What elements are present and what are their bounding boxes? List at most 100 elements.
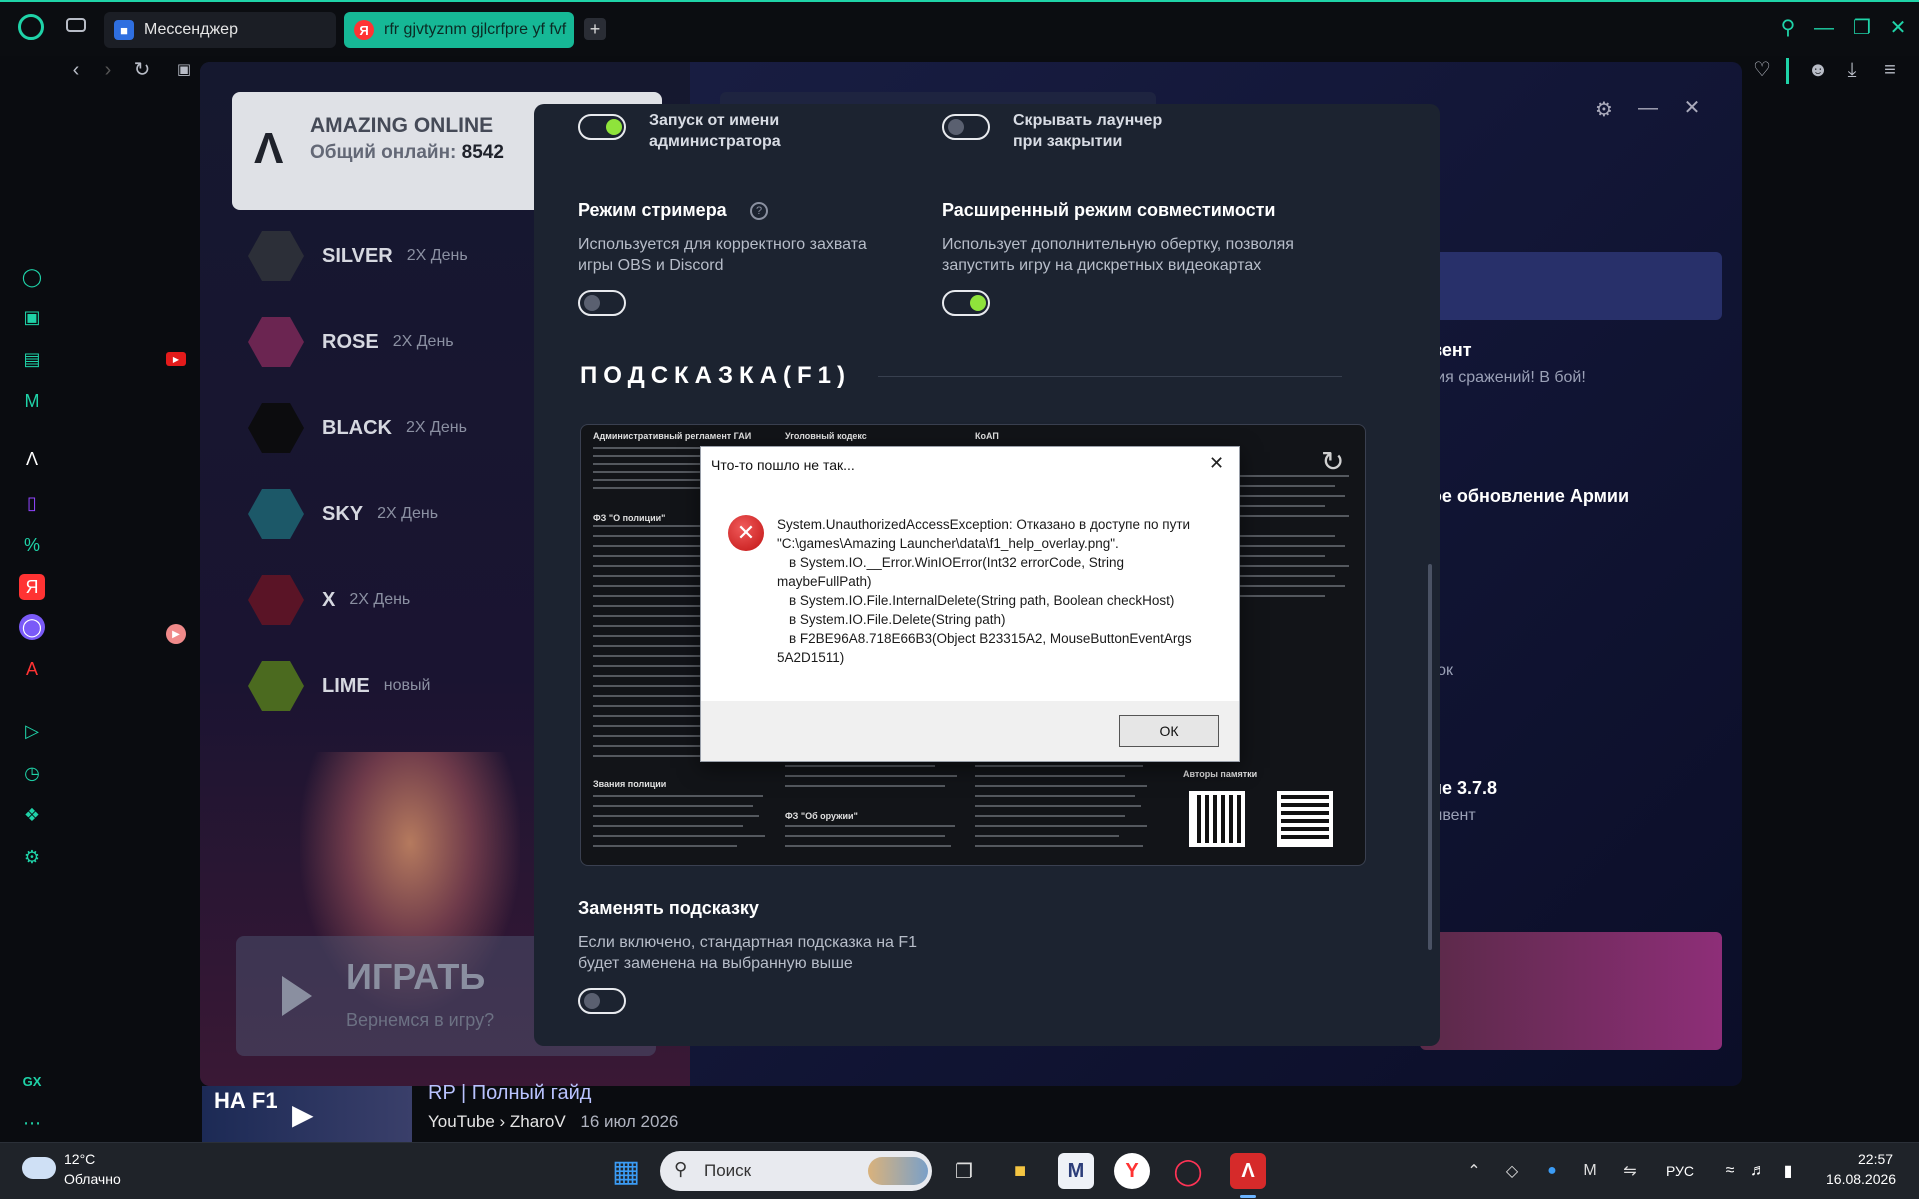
tab-label: Мессенджер (144, 21, 238, 38)
minimize-icon[interactable]: — (1810, 16, 1838, 40)
news-item[interactable]: ное обновление Армии ю 6 (1420, 486, 1742, 557)
preview-text-line (785, 825, 955, 827)
preview-col-koap: КоАП (975, 431, 999, 441)
m-icon[interactable]: M (19, 388, 45, 414)
profile-icon[interactable]: ☻ (1804, 58, 1832, 82)
player-icon[interactable]: ▷ (19, 718, 45, 744)
aria-icon[interactable]: ◯ (19, 614, 45, 640)
player-indicator-icon[interactable]: ▶ (166, 624, 186, 644)
video-result[interactable]: НА F1 ▶ RP | Полный гайд YouTube › Zharo… (202, 1082, 1002, 1142)
tray-shield-icon[interactable]: ● (1534, 1153, 1570, 1189)
server-black[interactable]: BLACK 2X День (248, 398, 467, 458)
tray-chevron-icon[interactable]: ⌃ (1456, 1153, 1492, 1189)
battery-icon[interactable]: ▮ (1770, 1153, 1806, 1189)
video-thumbnail[interactable]: НА F1 ▶ (202, 1086, 412, 1142)
preview-text-line (593, 805, 753, 807)
server-hex-check-icon (248, 661, 304, 711)
news-subtitle: исок (1420, 662, 1742, 680)
server-hex-icon (248, 575, 304, 625)
news-item[interactable]: ивент кция сражений! В бой! 6 (1420, 340, 1742, 411)
yandex-sidebar-icon[interactable]: Я (19, 574, 45, 600)
extensions-icon[interactable]: ❖ (19, 802, 45, 828)
tab-yandex-search[interactable]: Я rfr gjvtyznm gjlcrfpre yf fvf (344, 12, 574, 48)
dialog-close-icon[interactable]: ✕ (1209, 453, 1224, 474)
server-hex-icon (248, 231, 304, 281)
window-close-icon[interactable]: ✕ (1678, 96, 1706, 120)
start-icon[interactable]: ▦ (608, 1153, 644, 1189)
ok-button[interactable]: ОК (1119, 715, 1219, 747)
opera-gx-icon[interactable]: ◯ (1170, 1153, 1206, 1189)
server-x[interactable]: X 2X День (248, 570, 410, 630)
server-silver[interactable]: SILVER 2X День (248, 226, 468, 286)
bot-icon[interactable]: ▣ (19, 304, 45, 330)
admin-toggle[interactable] (578, 114, 626, 140)
percent-icon[interactable]: % (19, 532, 45, 558)
compat-desc: Использует дополнительную обертку, позво… (942, 236, 1294, 274)
server-lime[interactable]: LIME новый (248, 656, 430, 716)
settings-scrollbar[interactable] (1428, 564, 1432, 950)
youtube-indicator-icon: ▶ (166, 352, 186, 366)
streamer-toggle[interactable] (578, 290, 626, 316)
task-view-icon[interactable]: ❐ (946, 1153, 982, 1189)
menu-icon[interactable]: ≡ (1876, 58, 1904, 82)
compat-toggle[interactable] (942, 290, 990, 316)
language-indicator[interactable]: РУС (1666, 1163, 1694, 1179)
close-icon[interactable]: ✕ (1884, 16, 1912, 40)
news-icon[interactable]: ▤ (19, 346, 45, 372)
preview-col-gai: Административный регламент ГАИ (593, 431, 752, 441)
video-title[interactable]: RP | Полный гайд (428, 1082, 591, 1105)
dialog-body: ✕ System.UnauthorizedAccessException: От… (701, 483, 1239, 697)
promo-banner[interactable] (1420, 932, 1722, 1050)
reload-icon[interactable]: ↻ (128, 58, 156, 82)
translate-icon[interactable]: A (19, 656, 45, 682)
video-date: 16 июл 2026 (580, 1112, 679, 1131)
search-icon[interactable]: ⚲ (1774, 16, 1802, 40)
hide-launcher-toggle[interactable] (942, 114, 990, 140)
gear-icon[interactable]: ⚙ (1590, 98, 1618, 122)
yandex-browser-icon[interactable]: Y (1114, 1153, 1150, 1189)
replace-hint-toggle[interactable] (578, 988, 626, 1014)
forward-icon[interactable]: › (94, 58, 122, 82)
help-icon[interactable]: ? (750, 202, 768, 220)
clock-date[interactable]: 16.08.2026 (1826, 1171, 1896, 1187)
amazing-sidebar-icon[interactable]: Λ (19, 446, 45, 472)
refresh-icon[interactable]: ↻ (1321, 445, 1344, 478)
weather-temp[interactable]: 12°C (64, 1151, 95, 1167)
window-minimize-icon[interactable]: — (1634, 96, 1662, 120)
weather-desc[interactable]: Облачно (64, 1171, 121, 1187)
tray-app-icon[interactable]: ◇ (1494, 1153, 1530, 1189)
new-tab-button[interactable]: + (584, 18, 606, 40)
back-icon[interactable]: ‹ (62, 58, 90, 82)
news-item[interactable]: ние 3.7.8 й ивент (1420, 778, 1742, 825)
history-icon[interactable]: ◷ (19, 760, 45, 786)
more-icon[interactable]: ⋯ (19, 1110, 45, 1136)
speed-dial-icon[interactable]: ◯ (19, 264, 45, 290)
error-line: "C:\games\Amazing Launcher\data\f1_help_… (777, 536, 1119, 551)
settings-icon[interactable]: ⚙ (19, 844, 45, 870)
error-line: maybeFullPath) (777, 574, 872, 589)
server-sky[interactable]: SKY 2X День (248, 484, 438, 544)
dialog-title: Что-то пошло не так... (711, 457, 855, 473)
server-rose[interactable]: ROSE 2X День (248, 312, 454, 372)
tray-sliders-icon[interactable]: ⇋ (1612, 1153, 1648, 1189)
search-highlight-image (868, 1157, 928, 1185)
twitch-icon[interactable]: ▯ (19, 490, 45, 516)
restore-icon[interactable]: ❐ (1848, 16, 1876, 40)
replace-hint-desc: Если включено, стандартная подсказка на … (578, 934, 918, 972)
tab-messenger[interactable]: ■ Мессенджер (104, 12, 336, 48)
file-explorer-icon[interactable]: ■ (1002, 1153, 1038, 1189)
m-app-icon[interactable]: M (1058, 1153, 1094, 1189)
download-icon[interactable]: ⤓ (1838, 58, 1866, 82)
gx-label[interactable]: GX (19, 1068, 45, 1094)
preview-text-line (593, 825, 743, 827)
amazing-launcher-icon[interactable]: Λ (1230, 1153, 1266, 1189)
preview-section-ranks: Звания полиции (593, 779, 667, 789)
news-item[interactable]: исок 6 (1420, 662, 1742, 704)
weather-cloud-icon[interactable] (22, 1157, 56, 1179)
tray-m-icon[interactable]: M (1572, 1153, 1608, 1189)
gamepad-icon[interactable] (66, 18, 86, 32)
search-box[interactable]: ⚲ Поиск (660, 1151, 932, 1191)
opera-logo-icon[interactable] (18, 14, 44, 40)
heart-icon[interactable]: ♡ (1748, 58, 1776, 82)
clock-time[interactable]: 22:57 (1858, 1151, 1893, 1167)
